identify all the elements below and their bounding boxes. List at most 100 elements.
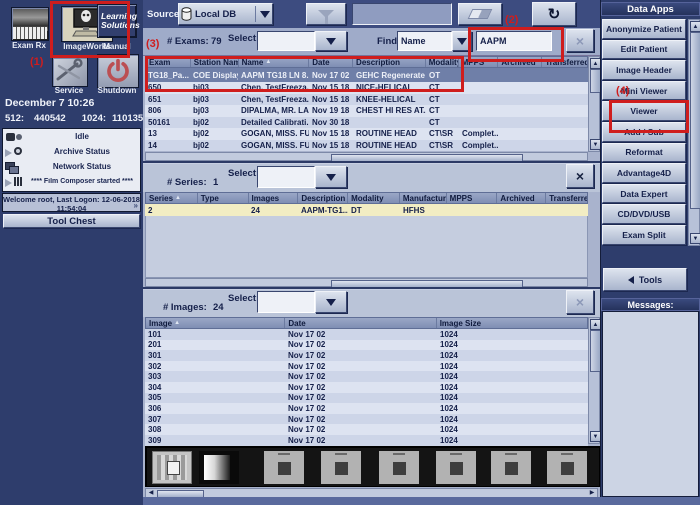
welcome-more-indicator[interactable]: » <box>134 201 138 211</box>
tg18-ln-pattern-thumbnail-1[interactable] <box>264 451 304 484</box>
table-row[interactable]: 224AAPM-TG1...DTHFHS <box>145 204 588 216</box>
series-horizontal-scrollbar[interactable] <box>145 278 588 287</box>
exam-vertical-scrollbar[interactable]: ▲ ▼ <box>588 56 600 152</box>
images-select-field[interactable] <box>257 291 315 313</box>
series-select-dropdown-button[interactable] <box>315 166 347 188</box>
table-row[interactable]: 309Nov 17 021024 <box>145 435 588 446</box>
learning-solutions-logo[interactable]: Learning Solutions <box>97 4 137 38</box>
table-row[interactable]: 302Nov 17 021024 <box>145 361 588 372</box>
column-header[interactable]: Images <box>249 193 299 203</box>
tool-chest-button[interactable]: Tool Chest <box>3 214 140 228</box>
table-row[interactable]: 301Nov 17 021024 <box>145 350 588 361</box>
sidebar-button-viewer[interactable]: Viewer <box>602 101 686 121</box>
sidebar-button-reformat[interactable]: Reformat <box>602 143 686 163</box>
table-row[interactable]: 14bj02GOGAN, MISS. FU...Nov 15 18ROUTINE… <box>145 140 588 152</box>
tg18-ln-pattern-thumbnail-5[interactable] <box>491 451 531 484</box>
sidebar-button-image-header[interactable]: Image Header <box>602 60 686 80</box>
tg18-ln-pattern-thumbnail-6[interactable] <box>547 451 587 484</box>
column-header[interactable]: Image▲ <box>146 318 285 328</box>
table-cell: Nov 17 02 <box>285 414 437 425</box>
column-header[interactable]: Date <box>309 57 353 67</box>
sidebar-button-advantage4d[interactable]: Advantage4D <box>602 163 686 183</box>
tg18-ln-pattern-thumbnail-2[interactable] <box>321 451 361 484</box>
scroll-down-arrow[interactable]: ▼ <box>690 233 700 244</box>
column-header[interactable]: MPPS <box>459 57 499 67</box>
exam-horizontal-scrollbar[interactable] <box>145 152 588 161</box>
table-row[interactable]: 13bj02GOGAN, MISS. FU...Nov 15 18ROUTINE… <box>145 128 588 140</box>
column-header[interactable]: MPPS <box>447 193 498 203</box>
status-row[interactable]: Archive Status <box>3 144 140 159</box>
scroll-left-arrow[interactable]: ◀ <box>147 490 155 496</box>
table-row[interactable]: 50161bj02Detailed Calibrati...Nov 30 18C… <box>145 117 588 129</box>
sidebar-button-edit-patient[interactable]: Edit Patient <box>602 40 686 60</box>
search-input[interactable] <box>476 31 552 51</box>
status-row[interactable]: **** Film Composer started **** <box>3 174 140 189</box>
scrollbar-thumb[interactable] <box>690 32 700 209</box>
column-header[interactable]: Modality <box>348 193 400 203</box>
column-header[interactable]: Description <box>353 57 426 67</box>
table-cell <box>459 94 499 106</box>
sidebar-button-mini-viewer[interactable]: Mini Viewer <box>602 81 686 101</box>
images-clear-selection-button[interactable]: × <box>566 290 594 314</box>
scroll-right-arrow[interactable]: ▶ <box>588 490 596 496</box>
column-header[interactable]: Station Name <box>191 57 239 67</box>
source-dropdown[interactable]: Local DB <box>178 3 273 25</box>
tg18-ln-pattern-thumbnail-4[interactable] <box>436 451 476 484</box>
column-header[interactable]: Transferred <box>542 57 587 67</box>
sidebar-button-exam-split[interactable]: Exam Split <box>602 225 686 245</box>
filter-button[interactable] <box>306 3 346 25</box>
column-header[interactable]: Manufacturer <box>400 193 447 203</box>
column-header[interactable]: Modality <box>426 57 459 67</box>
scroll-up-arrow[interactable]: ▲ <box>690 21 700 32</box>
column-header[interactable]: Type <box>198 193 249 203</box>
sidebar-button-anonymize-patient[interactable]: Anonymize Patient <box>602 19 686 39</box>
sidebar-button-cd-dvd-usb[interactable]: CD/DVD/USB <box>602 204 686 224</box>
column-header[interactable]: Series▲ <box>146 193 198 203</box>
table-row[interactable]: 650bj03Chen, TestFreeza...Nov 15 18NICE-… <box>145 82 588 94</box>
column-header[interactable]: Date <box>285 318 436 328</box>
table-row[interactable]: 305Nov 17 021024 <box>145 393 588 404</box>
images-select-dropdown-button[interactable] <box>315 291 347 313</box>
column-header[interactable]: Archived <box>498 57 542 67</box>
series-clear-selection-button[interactable]: × <box>566 164 594 188</box>
table-row[interactable]: 307Nov 17 021024 <box>145 414 588 425</box>
tg18-ln-pattern-thumbnail-3[interactable] <box>379 451 419 484</box>
sidebar-button-data-expert[interactable]: Data Expert <box>602 184 686 204</box>
exam-select-field[interactable] <box>257 31 315 51</box>
series-select-field[interactable] <box>257 166 315 188</box>
service-icon[interactable] <box>52 57 88 87</box>
table-row[interactable]: 101Nov 17 021024 <box>145 329 588 340</box>
table-row[interactable]: TG18_Pa...COE DisplayAAPM TG18 LN 8...No… <box>145 68 588 82</box>
table-row[interactable]: 201Nov 17 021024 <box>145 340 588 351</box>
table-row[interactable]: 306Nov 17 021024 <box>145 403 588 414</box>
clear-search-button[interactable] <box>458 3 502 25</box>
images-vertical-scrollbar[interactable]: ▲ ▼ <box>588 317 600 444</box>
column-header[interactable]: Image Size <box>437 318 587 328</box>
exam-clear-selection-button[interactable]: × <box>566 29 594 52</box>
column-header[interactable]: Exam <box>146 57 191 67</box>
table-row[interactable]: 304Nov 17 021024 <box>145 382 588 393</box>
luminance-ramp-thumbnail[interactable] <box>199 451 239 484</box>
sidebar-button-add-sub[interactable]: Add / Sub <box>602 122 686 142</box>
sidebar-scrollbar[interactable]: ▲ ▼ <box>688 19 700 246</box>
find-dropdown-button[interactable] <box>452 31 472 51</box>
status-row[interactable]: Network Status <box>3 159 140 174</box>
find-field-selector[interactable]: Name <box>397 31 452 51</box>
table-row[interactable]: 806bj03DIPALMA, MR. LA...Nov 19 18CHEST … <box>145 105 588 117</box>
column-header[interactable]: Transferred ... <box>546 193 587 203</box>
column-header[interactable]: Archived <box>497 193 546 203</box>
table-row[interactable]: 308Nov 17 021024 <box>145 424 588 435</box>
refresh-button[interactable]: ↻ <box>532 2 576 26</box>
exam-rx-icon[interactable] <box>11 7 49 41</box>
tools-toggle-button[interactable]: Tools <box>603 268 687 291</box>
status-row[interactable]: Idle <box>3 129 140 144</box>
shutdown-power-icon[interactable] <box>97 54 139 88</box>
table-row[interactable]: 651bj03Chen, TestFreeza...Nov 15 18KNEE-… <box>145 94 588 106</box>
column-header[interactable]: Description <box>298 193 348 203</box>
table-row[interactable]: 303Nov 17 021024 <box>145 371 588 382</box>
exam-select-dropdown-button[interactable] <box>315 31 347 51</box>
column-header[interactable]: Name▲ <box>239 57 310 67</box>
tg18-qc-test-pattern-thumbnail[interactable] <box>152 451 192 484</box>
table-cell: Chen, TestFreeza... <box>238 82 309 94</box>
chevron-down-icon[interactable] <box>260 11 270 18</box>
